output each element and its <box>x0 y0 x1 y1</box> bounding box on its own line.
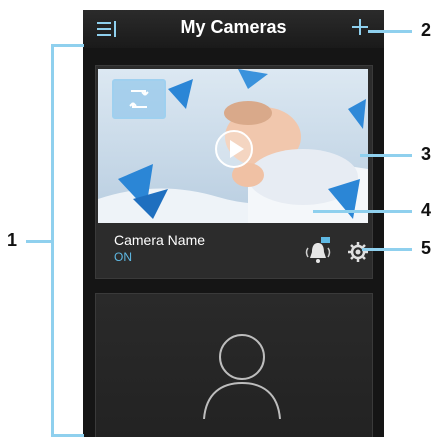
callout-1-bracket-top <box>54 44 84 47</box>
settings-button[interactable] <box>347 241 369 263</box>
camera-card-placeholder[interactable] <box>95 293 373 437</box>
camera-name: Camera Name <box>114 232 206 248</box>
page-title: My Cameras <box>180 17 287 37</box>
plus-icon <box>352 19 368 35</box>
camera-status: ON <box>114 250 132 264</box>
top-bar: My Cameras <box>83 10 384 48</box>
callout-3-leader <box>360 154 412 157</box>
bell-alert-icon <box>305 237 331 263</box>
phone-screen: My Cameras Camera Name ON <box>83 10 384 437</box>
person-placeholder-icon <box>203 334 281 419</box>
alert-button[interactable] <box>304 237 332 267</box>
callout-5-label: 5 <box>421 238 432 258</box>
callout-1-bracket-vertical <box>51 44 54 437</box>
add-camera-button[interactable] <box>349 16 371 40</box>
camera-card[interactable]: Camera Name ON <box>95 65 373 279</box>
callout-1-label: 1 <box>7 230 18 250</box>
play-button[interactable] <box>214 129 254 169</box>
callout-4-leader <box>313 210 412 213</box>
callout-2-leader <box>368 30 412 33</box>
gear-icon <box>348 242 368 262</box>
callout-3-label: 3 <box>421 144 432 164</box>
camera-thumbnail[interactable] <box>98 69 368 223</box>
switch-camera-button[interactable] <box>112 79 166 119</box>
callout-4-label: 4 <box>421 200 432 220</box>
switch-camera-icon <box>129 90 149 108</box>
play-icon <box>215 130 253 168</box>
callout-5-leader <box>362 248 412 251</box>
callout-2-label: 2 <box>421 20 432 40</box>
callout-1-leader <box>26 240 51 243</box>
